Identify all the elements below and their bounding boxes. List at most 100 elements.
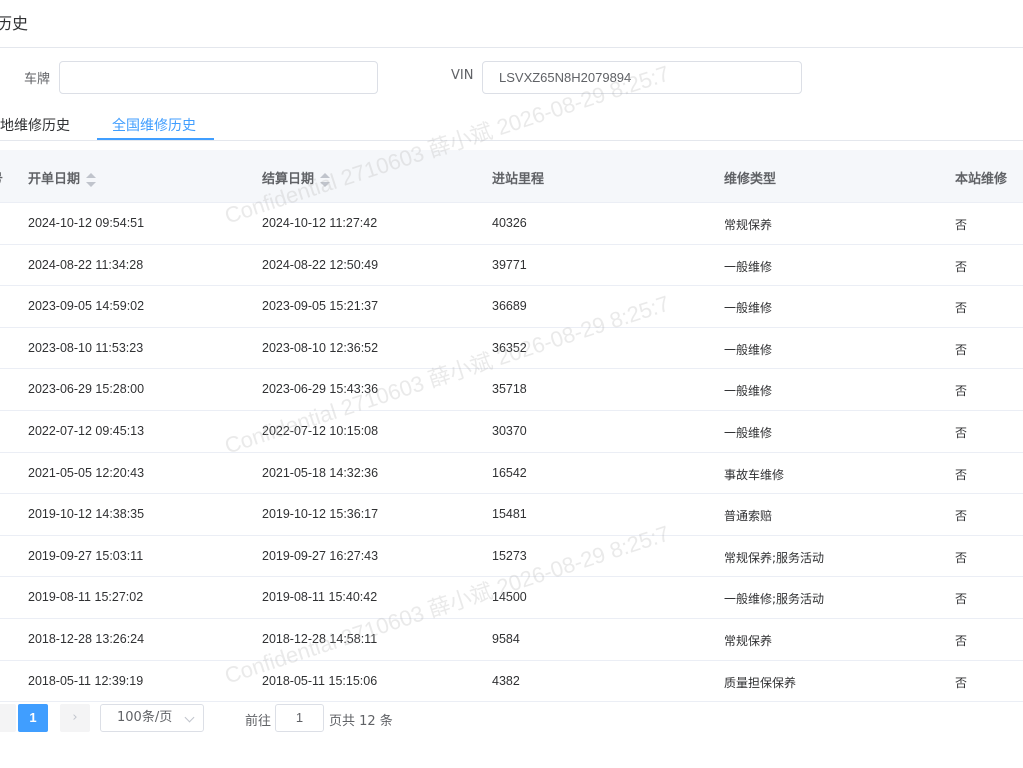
cell-open-date: 2019-08-11 15:27:02 <box>28 590 144 605</box>
cell-settle-date: 2021-05-18 14:32:36 <box>262 465 379 480</box>
cell-mileage: 14500 <box>492 590 527 605</box>
table-row[interactable]: 2019-09-27 15:03:11 2019-09-27 16:27:43 15… <box>0 536 1023 578</box>
cell-mileage: 15273 <box>492 548 527 563</box>
cell-local-repair: 否 <box>955 425 968 440</box>
cell-settle-date: 2018-05-11 15:15:06 <box>262 673 378 688</box>
tab-local-history[interactable]: 地维修历史 <box>0 115 70 135</box>
table-row[interactable]: 2018-05-11 12:39:19 2018-05-11 15:15:06 43… <box>0 661 1023 703</box>
total-count: 页共 12 条 <box>329 714 393 729</box>
table-row[interactable]: 2024-08-22 11:34:28 2024-08-22 12:50:49 39… <box>0 245 1023 287</box>
cell-mileage: 36352 <box>492 340 527 355</box>
table-body: 2024-10-12 09:54:51 2024-10-12 11:27:42 40… <box>0 203 1023 703</box>
column-header-open-date-label: 开单日期 <box>28 172 81 187</box>
cell-repair-type: 事故车维修 <box>724 467 785 482</box>
cell-settle-date: 2023-06-29 15:43:36 <box>262 382 379 397</box>
table-row[interactable]: 2018-12-28 13:26:24 2018-12-28 14:58:11 95… <box>0 619 1023 661</box>
cell-local-repair: 否 <box>955 218 968 232</box>
cell-local-repair: 否 <box>955 259 968 274</box>
cell-repair-type: 一般维修;服务活动 <box>724 592 825 607</box>
repair-history-page: 历史 车牌 VIN LSVXZ65N8H2079894 地维修历史 全国维修历史… <box>0 0 1023 768</box>
title-bar: 历史 <box>0 0 1023 48</box>
table-row[interactable]: 2019-08-11 15:27:02 2019-08-11 15:40:42 14… <box>0 577 1023 619</box>
cell-local-repair: 否 <box>955 509 968 524</box>
column-header-open-date[interactable]: 开单日期 <box>28 168 97 187</box>
table-row[interactable]: 2023-06-29 15:28:00 2023-06-29 15:43:36 35… <box>0 369 1023 411</box>
sort-icon[interactable] <box>320 172 331 187</box>
chevron-down-icon <box>184 712 195 723</box>
cell-local-repair: 否 <box>955 467 968 482</box>
pagination: 1 › 100条/页 前往 1 页共 12 条 <box>0 703 1023 737</box>
cell-repair-type: 普通索赔 <box>724 509 773 524</box>
cell-mileage: 36689 <box>492 299 527 314</box>
column-header-repair-type: 维修类型 <box>724 172 777 187</box>
cell-open-date: 2023-06-29 15:28:00 <box>28 382 145 397</box>
cell-settle-date: 2018-12-28 14:58:11 <box>262 631 378 646</box>
cell-mileage: 16542 <box>492 465 527 480</box>
cell-repair-type: 常规保养;服务活动 <box>724 550 825 565</box>
cell-open-date: 2018-12-28 13:26:24 <box>28 631 145 646</box>
cell-open-date: 2023-09-05 14:59:02 <box>28 299 145 314</box>
table-row[interactable]: 2019-10-12 14:38:35 2019-10-12 15:36:17 15… <box>0 494 1023 536</box>
cell-mileage: 40326 <box>492 216 527 230</box>
vin-label: VIN <box>451 68 474 83</box>
cell-settle-date: 2023-09-05 15:21:37 <box>262 299 379 314</box>
cell-settle-date: 2024-10-12 11:27:42 <box>262 216 378 230</box>
column-header-index: 号 <box>0 168 3 187</box>
page-size-value: 100条/页 <box>117 710 173 725</box>
cell-mileage: 9584 <box>492 631 520 646</box>
cell-repair-type: 一般维修 <box>724 384 773 399</box>
page-number-1[interactable]: 1 <box>18 704 48 732</box>
vin-input[interactable]: LSVXZ65N8H2079894 <box>482 61 802 94</box>
cell-local-repair: 否 <box>955 301 968 316</box>
cell-repair-type: 一般维修 <box>724 301 773 316</box>
cell-mileage: 4382 <box>492 673 520 688</box>
cell-local-repair: 否 <box>955 633 968 648</box>
cell-settle-date: 2023-08-10 12:36:52 <box>262 340 379 355</box>
chevron-right-icon: › <box>72 710 78 725</box>
column-header-settle-date[interactable]: 结算日期 <box>262 168 331 187</box>
prev-page-button[interactable] <box>0 704 16 732</box>
column-header-local-repair: 本站维修 <box>955 172 1008 187</box>
cell-open-date: 2019-09-27 15:03:11 <box>28 548 144 563</box>
plate-input[interactable] <box>59 61 378 94</box>
column-header-settle-date-label: 结算日期 <box>262 172 315 187</box>
active-tab-indicator <box>97 138 214 140</box>
cell-settle-date: 2019-09-27 16:27:43 <box>262 548 379 563</box>
table-row[interactable]: 2023-09-05 14:59:02 2023-09-05 15:21:37 36… <box>0 286 1023 328</box>
cell-local-repair: 否 <box>955 384 968 399</box>
cell-settle-date: 2024-08-22 12:50:49 <box>262 257 379 272</box>
cell-open-date: 2021-05-05 12:20:43 <box>28 465 145 480</box>
cell-local-repair: 否 <box>955 592 968 607</box>
cell-settle-date: 2019-10-12 15:36:17 <box>262 507 379 522</box>
cell-settle-date: 2019-08-11 15:40:42 <box>262 590 378 605</box>
cell-mileage: 15481 <box>492 507 527 522</box>
goto-page-input[interactable]: 1 <box>275 704 324 732</box>
cell-repair-type: 质量担保保养 <box>724 675 797 690</box>
cell-open-date: 2018-05-11 12:39:19 <box>28 673 144 688</box>
cell-open-date: 2024-08-22 11:34:28 <box>28 257 144 272</box>
table-header: 号 开单日期 结算日期 进站里程 维修类型 本站维修 <box>0 150 1023 203</box>
plate-label: 车牌 <box>24 72 51 87</box>
goto-label: 前往 <box>245 714 272 729</box>
tab-national-history[interactable]: 全国维修历史 <box>112 115 196 135</box>
cell-local-repair: 否 <box>955 550 968 565</box>
table-row[interactable]: 2023-08-10 11:53:23 2023-08-10 12:36:52 36… <box>0 328 1023 370</box>
cell-open-date: 2019-10-12 14:38:35 <box>28 507 145 522</box>
cell-local-repair: 否 <box>955 675 968 690</box>
next-page-button[interactable]: › <box>60 704 90 732</box>
table-row[interactable]: 2021-05-05 12:20:43 2021-05-18 14:32:36 16… <box>0 453 1023 495</box>
cell-repair-type: 常规保养 <box>724 633 773 648</box>
cell-repair-type: 一般维修 <box>724 425 773 440</box>
cell-mileage: 30370 <box>492 423 527 438</box>
cell-mileage: 35718 <box>492 382 527 397</box>
column-header-mileage: 进站里程 <box>492 172 545 187</box>
sort-icon[interactable] <box>86 172 97 187</box>
table-row[interactable]: 2022-07-12 09:45:13 2022-07-12 10:15:08 30… <box>0 411 1023 453</box>
cell-open-date: 2024-10-12 09:54:51 <box>28 216 145 230</box>
cell-settle-date: 2022-07-12 10:15:08 <box>262 423 379 438</box>
cell-repair-type: 一般维修 <box>724 259 773 274</box>
cell-local-repair: 否 <box>955 342 968 357</box>
page-title: 历史 <box>0 14 29 33</box>
table-row[interactable]: 2024-10-12 09:54:51 2024-10-12 11:27:42 40… <box>0 203 1023 245</box>
page-size-select[interactable]: 100条/页 <box>100 704 204 732</box>
